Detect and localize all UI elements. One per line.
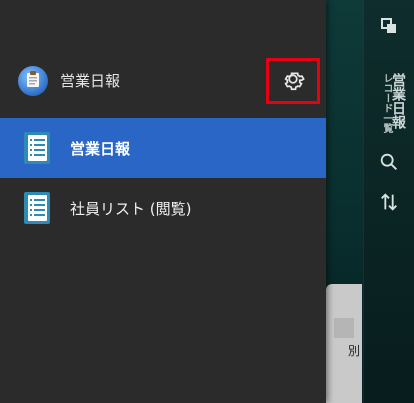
document-list-icon	[24, 192, 52, 224]
clipboard-icon	[25, 70, 41, 92]
gear-icon	[280, 66, 306, 96]
background-card-text: 別	[347, 344, 360, 358]
sort-button[interactable]	[364, 184, 414, 224]
rail-title: 営業日報 レコード一覧	[374, 56, 406, 146]
copy-button[interactable]	[364, 8, 414, 48]
right-rail: 営業日報 レコード一覧	[363, 0, 414, 403]
sort-icon	[378, 191, 400, 217]
rail-title-main: 営業日報	[390, 73, 406, 129]
app-name: 営業日報	[60, 72, 121, 90]
drawer-header: 営業日報	[0, 48, 326, 114]
search-icon	[378, 151, 400, 177]
nav-item-employee-list[interactable]: 社員リスト (閲覧)	[0, 178, 326, 238]
app-icon	[18, 66, 48, 96]
nav-item-label: 社員リスト (閲覧)	[70, 199, 192, 218]
navigation-drawer: 営業日報 営業日報 社員リスト (閲覧)	[0, 0, 326, 403]
settings-button[interactable]	[266, 58, 320, 104]
document-list-icon	[24, 132, 52, 164]
copy-icon	[379, 16, 399, 40]
rail-title-sub: レコード一覧	[381, 73, 392, 133]
nav-item-label: 営業日報	[70, 139, 131, 158]
background-card-bar	[334, 318, 354, 338]
search-button[interactable]	[364, 144, 414, 184]
nav-item-sales-report[interactable]: 営業日報	[0, 118, 326, 178]
